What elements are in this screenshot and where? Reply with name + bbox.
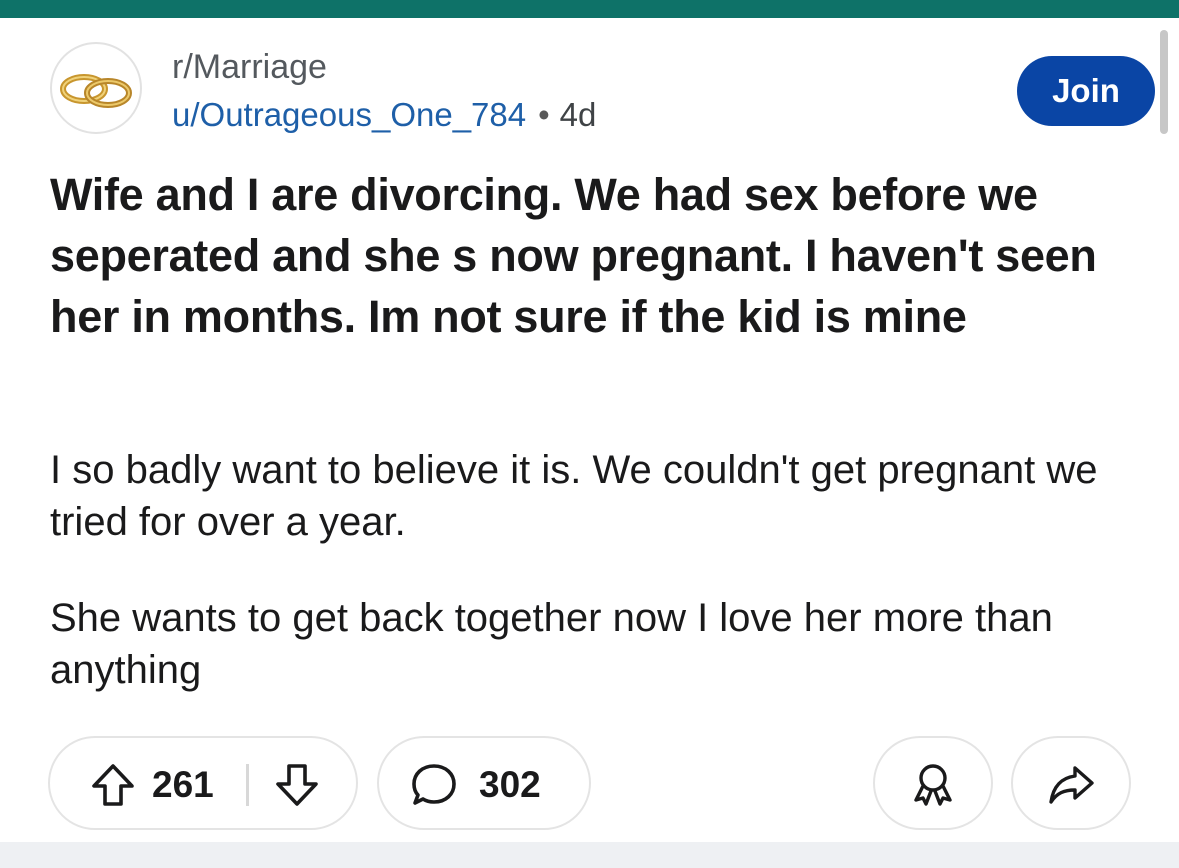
- speech-bubble-icon: [412, 764, 456, 805]
- award-icon-wrap: [908, 760, 958, 810]
- arrow-down-icon: [276, 764, 318, 806]
- comment-icon-wrap: [409, 760, 459, 810]
- subreddit-name[interactable]: r/Marriage: [172, 46, 327, 88]
- share-button[interactable]: [1011, 736, 1131, 830]
- feed-separator: [0, 842, 1179, 868]
- scrollbar[interactable]: [1160, 30, 1168, 134]
- post-body-paragraph: She wants to get back together now I lov…: [50, 596, 1053, 692]
- author-line: u/Outrageous_One_784 • 4d: [172, 94, 596, 136]
- post-header: r/Marriage u/Outrageous_One_784 • 4d Join: [50, 42, 1160, 138]
- downvote-button[interactable]: [272, 760, 322, 810]
- award-button[interactable]: [873, 736, 993, 830]
- vote-count: 261: [152, 764, 214, 805]
- award-ribbon-icon: [914, 764, 952, 806]
- arrow-up-icon: [92, 764, 134, 806]
- top-accent-bar: [0, 0, 1179, 18]
- post-body-paragraph: I so badly want to believe it is. We cou…: [50, 448, 1098, 544]
- author-link[interactable]: u/Outrageous_One_784: [172, 96, 526, 133]
- comments-button[interactable]: 302: [377, 736, 591, 830]
- comment-count: 302: [479, 764, 541, 805]
- separator-dot: •: [538, 96, 550, 133]
- post-age: 4d: [559, 96, 597, 133]
- share-icon-wrap: [1046, 760, 1096, 810]
- post-title[interactable]: Wife and I are divorcing. We had sex bef…: [50, 164, 1150, 347]
- upvote-button[interactable]: [88, 760, 138, 810]
- wedding-rings-icon: [60, 74, 132, 108]
- subreddit-avatar[interactable]: [50, 42, 142, 134]
- share-arrow-icon: [1049, 766, 1094, 804]
- vote-bar: 261: [48, 736, 358, 830]
- join-button[interactable]: Join: [1017, 56, 1155, 126]
- vote-divider: [246, 764, 249, 806]
